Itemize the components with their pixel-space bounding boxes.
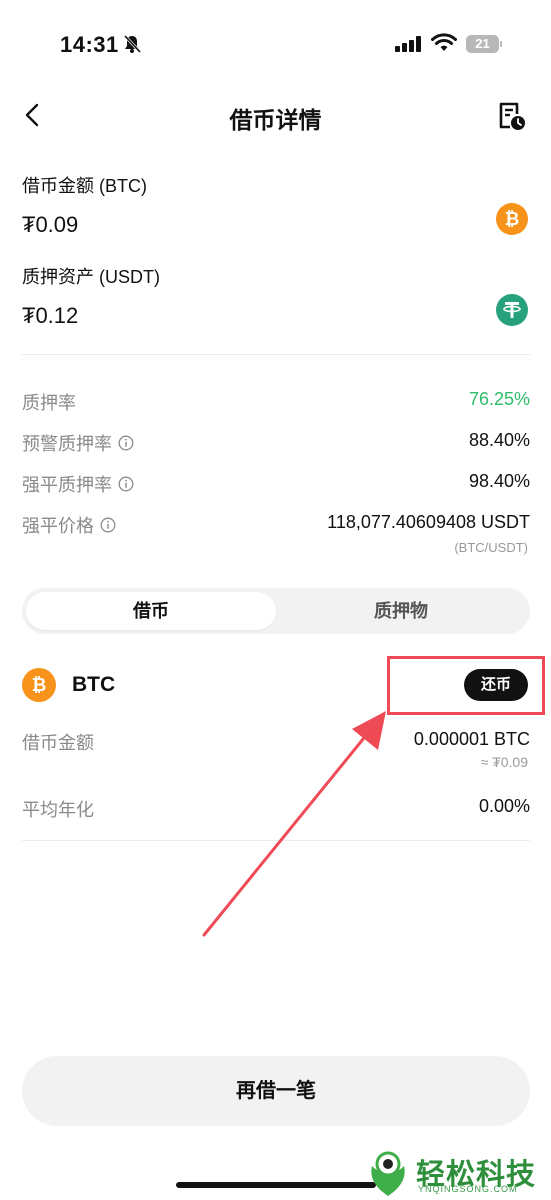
loan-amount-approx: ≈ ₮0.09 — [480, 754, 528, 770]
watermark-logo — [371, 1151, 405, 1196]
borrow-amount-summary: 借币金额 (BTC) ₮0.09 ₿ — [22, 172, 530, 238]
section-divider — [22, 840, 530, 841]
borrow-amount-label: 借币金额 (BTC) — [22, 176, 147, 196]
info-icon[interactable] — [118, 476, 134, 492]
battery-tip — [500, 41, 502, 47]
usdt-coin-icon — [496, 294, 528, 326]
collateral-ratio-row: 质押率 76.25% — [22, 389, 530, 419]
collateral-summary: 质押资产 (USDT) ₮0.12 — [22, 263, 530, 329]
loan-coin-name: BTC — [72, 673, 116, 696]
page-title: 借币详情 — [229, 107, 322, 133]
tab-borrow[interactable]: 借币 — [26, 592, 276, 630]
watermark-url: YNQINGSONG.COM — [418, 1184, 518, 1194]
home-indicator — [176, 1182, 376, 1188]
warning-ratio-value: 88.40% — [468, 430, 530, 450]
order-history-icon[interactable] — [496, 100, 528, 132]
warning-ratio-label: 预警质押率 — [22, 430, 134, 456]
btc-coin-icon: ₿ — [496, 203, 528, 235]
liquidation-ratio-value: 98.40% — [468, 471, 530, 491]
liquidation-price-label: 强平价格 — [22, 512, 116, 538]
liquidation-ratio-row: 强平质押率 98.40% — [22, 471, 530, 501]
wifi-icon — [431, 33, 457, 51]
collateral-value: ₮0.12 — [22, 303, 79, 328]
section-divider — [22, 354, 530, 355]
apr-value: 0.00% — [478, 796, 530, 816]
signal-icon — [395, 36, 421, 52]
info-icon[interactable] — [100, 517, 116, 533]
liquidation-ratio-label: 强平质押率 — [22, 471, 134, 497]
collateral-label: 质押资产 (USDT) — [22, 267, 160, 287]
loan-amount-row: 借币金额 0.000001 BTC ≈ ₮0.09 — [22, 729, 530, 775]
liquidation-price-unit: (BTC/USDT) — [454, 540, 528, 555]
status-time: 14:31 — [60, 32, 119, 57]
watermark: 轻松科技 YNQINGSONG.COM — [366, 1148, 551, 1200]
status-bar: 14:31 21 — [0, 0, 551, 90]
info-icon[interactable] — [118, 435, 134, 451]
loan-amount-label: 借币金额 — [22, 733, 94, 753]
battery-level: 21 — [466, 35, 499, 53]
tab-collateral[interactable]: 质押物 — [276, 592, 526, 630]
btc-coin-icon: ₿ — [22, 668, 56, 702]
apr-label: 平均年化 — [22, 800, 94, 820]
annotation-highlight-box — [387, 656, 545, 715]
loan-amount-value: 0.000001 BTC — [413, 729, 530, 749]
apr-row: 平均年化 0.00% — [22, 796, 530, 826]
liquidation-price-row: 强平价格 118,077.40609408 USDT (BTC/USDT) — [22, 512, 530, 558]
collateral-ratio-value: 76.25% — [468, 389, 530, 409]
liquidation-price-value: 118,077.40609408 USDT — [327, 512, 530, 532]
collateral-ratio-label: 质押率 — [22, 393, 76, 413]
borrow-again-button[interactable]: 再借一笔 — [22, 1056, 530, 1126]
nav-bar: 借币详情 — [0, 90, 551, 140]
borrow-amount-value: ₮0.09 — [22, 212, 79, 237]
battery-indicator: 21 — [466, 35, 502, 53]
bell-muted-icon — [123, 34, 142, 54]
tab-switch: 借币 质押物 — [22, 588, 530, 634]
warning-ratio-row: 预警质押率 88.40% — [22, 430, 530, 460]
